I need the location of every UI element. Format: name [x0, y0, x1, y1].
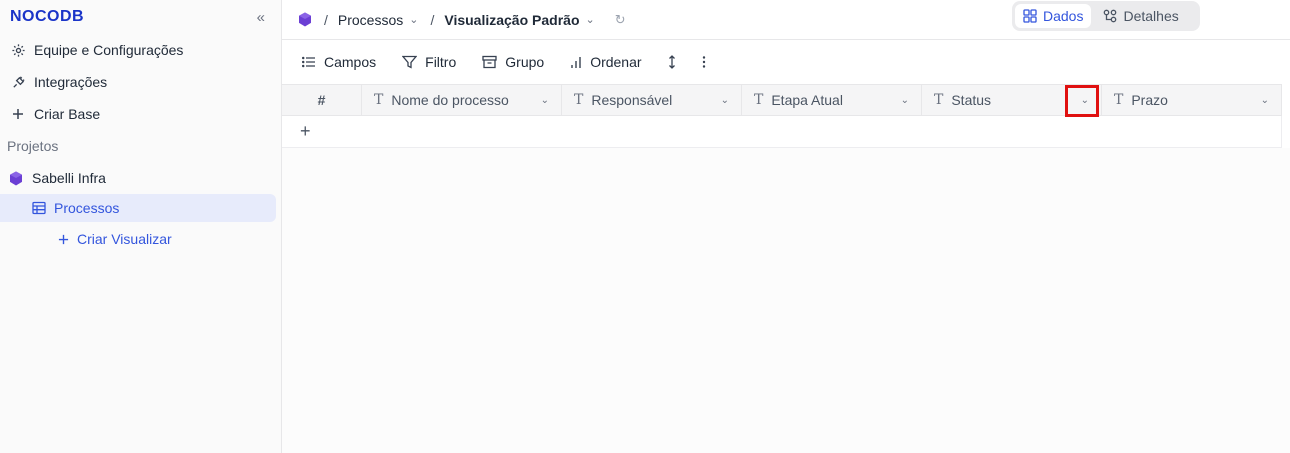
column-name: Nome do processo — [391, 92, 509, 108]
breadcrumb: / Processos ⌄ / Visualização Padrão ⌄ ↻ — [298, 12, 626, 28]
group-label: Grupo — [505, 54, 545, 70]
filter-icon — [402, 55, 418, 69]
group-box-icon — [482, 55, 497, 69]
view-mode-toggle: Dados Detalhes — [1012, 1, 1200, 31]
column-name: Prazo — [1131, 92, 1168, 108]
sort-bars-icon — [570, 56, 582, 69]
fields-button[interactable]: Campos — [302, 54, 376, 70]
tab-label: Detalhes — [1123, 8, 1179, 24]
grid-icon — [1023, 9, 1037, 23]
sidebar-header: NOCODB « — [0, 0, 281, 34]
column-header-responsavel[interactable]: T Responsável ⌄ — [562, 85, 742, 115]
create-view-button[interactable]: Criar Visualizar — [0, 222, 281, 256]
breadcrumb-separator: / — [430, 11, 435, 28]
chevron-down-icon[interactable]: ⌄ — [1261, 95, 1269, 106]
data-grid: # T Nome do processo ⌄ T Responsável ⌄ T… — [282, 84, 1282, 148]
tab-dados[interactable]: Dados — [1015, 4, 1092, 28]
table-icon — [32, 201, 46, 215]
chevron-down-icon[interactable]: ⌄ — [541, 95, 549, 106]
chevron-down-icon[interactable]: ⌄ — [409, 13, 418, 26]
text-type-icon: T — [754, 92, 764, 108]
list-icon — [302, 56, 316, 68]
sidebar-item-create-base[interactable]: Criar Base — [0, 98, 281, 130]
row-height-icon — [668, 55, 676, 69]
chevron-down-icon[interactable]: ⌄ — [721, 95, 729, 106]
table-label: Processos — [54, 200, 120, 216]
gear-icon — [10, 43, 26, 58]
plus-icon — [58, 234, 69, 245]
grid-toolbar: Campos Filtro Grupo Ordenar — [282, 40, 1290, 84]
tab-label: Dados — [1043, 8, 1084, 24]
grid-empty-area — [282, 148, 1290, 453]
details-icon — [1103, 9, 1117, 23]
create-view-label: Criar Visualizar — [77, 231, 172, 247]
sidebar: NOCODB « Equipe e Configurações Integraç… — [0, 0, 282, 453]
text-type-icon: T — [934, 92, 944, 108]
collapse-sidebar-icon[interactable]: « — [257, 9, 265, 26]
base-cube-icon — [8, 171, 24, 186]
grid-header-row: # T Nome do processo ⌄ T Responsável ⌄ T… — [282, 84, 1282, 116]
column-header-nome-do-processo[interactable]: T Nome do processo ⌄ — [362, 85, 562, 115]
column-header-etapa-atual[interactable]: T Etapa Atual ⌄ — [742, 85, 922, 115]
column-name: Etapa Atual — [771, 92, 843, 108]
text-type-icon: T — [1114, 92, 1124, 108]
sort-button[interactable]: Ordenar — [570, 54, 642, 70]
column-header-prazo[interactable]: T Prazo ⌄ — [1102, 85, 1282, 115]
filter-label: Filtro — [425, 54, 457, 70]
sidebar-item-team-settings[interactable]: Equipe e Configurações — [0, 34, 281, 66]
text-type-icon: T — [374, 92, 384, 108]
chevron-down-icon[interactable]: ⌄ — [586, 13, 595, 26]
sort-label: Ordenar — [590, 54, 642, 70]
column-name: Status — [951, 92, 992, 108]
plug-icon — [10, 75, 26, 90]
sidebar-item-integrations[interactable]: Integrações — [0, 66, 281, 98]
sidebar-project-sabelli-infra[interactable]: Sabelli Infra — [0, 162, 281, 194]
more-vertical-icon — [702, 55, 706, 69]
chevron-down-icon[interactable]: ⌄ — [1081, 95, 1089, 106]
reload-icon[interactable]: ↻ — [615, 12, 626, 28]
group-button[interactable]: Grupo — [482, 54, 544, 70]
tab-detalhes[interactable]: Detalhes — [1095, 4, 1186, 28]
column-header-status[interactable]: T Status ⌄ — [922, 85, 1102, 115]
filter-button[interactable]: Filtro — [402, 54, 456, 70]
nocodb-logo: NOCODB — [10, 8, 85, 25]
chevron-down-icon[interactable]: ⌄ — [901, 95, 909, 106]
row-height-button[interactable] — [668, 55, 676, 69]
breadcrumb-separator: / — [324, 11, 328, 28]
more-options-button[interactable] — [702, 55, 706, 69]
projects-section-label: Projetos — [7, 138, 59, 154]
sidebar-table-processos[interactable]: Processos — [0, 194, 276, 222]
plus-icon — [10, 108, 26, 120]
top-bar: / Processos ⌄ / Visualização Padrão ⌄ ↻ … — [282, 0, 1290, 40]
base-cube-icon — [298, 12, 312, 27]
sidebar-item-label: Integrações — [34, 74, 108, 90]
text-type-icon: T — [574, 92, 584, 108]
project-label: Sabelli Infra — [32, 170, 106, 186]
fields-label: Campos — [324, 54, 377, 70]
breadcrumb-view[interactable]: Visualização Padrão — [444, 12, 579, 28]
row-number-header: # — [282, 85, 362, 115]
column-name: Responsável — [591, 92, 673, 108]
sidebar-item-label: Criar Base — [34, 106, 101, 122]
add-row-button[interactable]: + — [282, 116, 1282, 148]
sidebar-item-label: Equipe e Configurações — [34, 42, 184, 58]
breadcrumb-table[interactable]: Processos — [338, 12, 403, 28]
